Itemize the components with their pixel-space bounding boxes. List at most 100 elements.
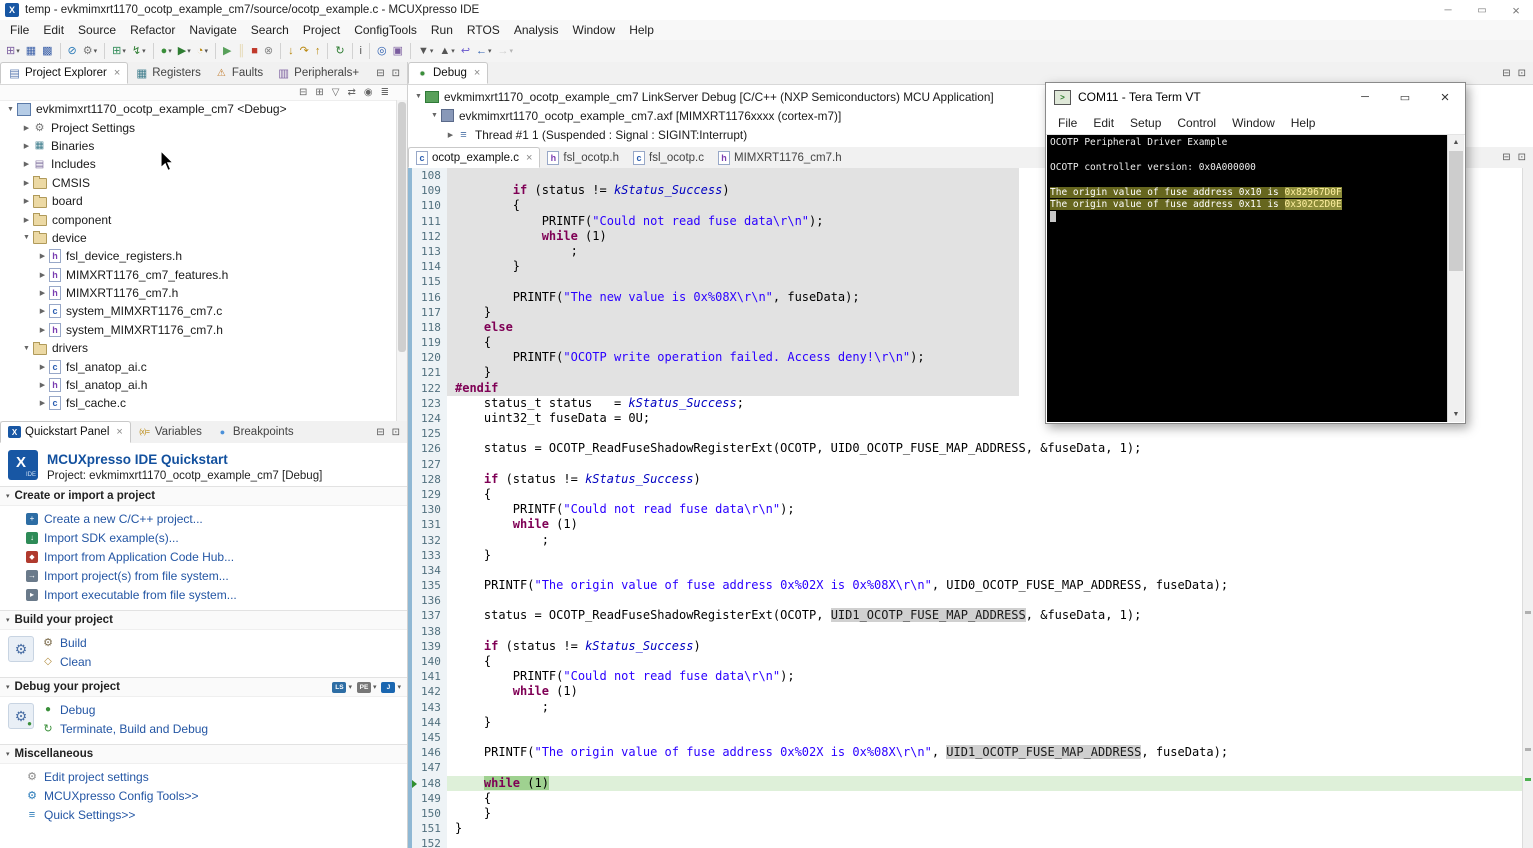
maximize-view-icon[interactable]: ⊡ (1518, 68, 1526, 79)
menu-source[interactable]: Source (71, 21, 123, 39)
code-line[interactable]: 128 if (status != kStatus_Success) (408, 471, 1523, 487)
explorer-tab-project-explorer[interactable]: Project Explorer × (0, 62, 129, 84)
debug-button[interactable]: ● ▾ (159, 42, 174, 60)
jlink-probe-selector[interactable]: J ▾ (381, 681, 401, 693)
window-close-icon[interactable] (1499, 0, 1533, 20)
terminal-screen[interactable]: OCOTP Peripheral Driver Example OCOTP con… (1047, 135, 1464, 422)
tree-chevron-collapsed-icon[interactable]: ▶ (20, 124, 33, 132)
scroll-up-icon[interactable]: ▲ (1448, 135, 1464, 150)
scrollbar-thumb[interactable] (398, 102, 406, 352)
link-import-sdk-example-s[interactable]: Import SDK example(s)... (26, 528, 403, 547)
tree-chevron-collapsed-icon[interactable]: ▶ (36, 307, 49, 315)
link-clean[interactable]: Clean (42, 652, 403, 671)
skip-all-breakpoints-button[interactable]: ⊘ (66, 42, 79, 60)
tree-chevron-collapsed-icon[interactable]: ▶ (20, 197, 33, 205)
code-line[interactable]: 132 ; (408, 532, 1523, 548)
section-twisty-icon[interactable]: ▾ (6, 616, 10, 624)
link-import-executable-from-file-system[interactable]: Import executable from file system... (26, 585, 403, 604)
code-line[interactable]: 133 } (408, 547, 1523, 563)
editor-tab-mimxrt1176-cm7-h[interactable]: MIMXRT1176_cm7.h (711, 147, 849, 168)
step-into-button[interactable]: ↓ (286, 42, 296, 60)
project-tree-item[interactable]: ▶ CMSIS (0, 174, 397, 192)
code-line[interactable]: 131 while (1) (408, 517, 1523, 533)
project-tree-item[interactable]: ▶ system_MIMXRT1176_cm7.h (0, 321, 397, 339)
code-line[interactable]: 148 while (1) (408, 775, 1523, 791)
link-quick-settings[interactable]: Quick Settings>> (26, 805, 403, 824)
debug-tab-debug[interactable]: Debug × (408, 62, 489, 84)
code-line[interactable]: 141 PRINTF("Could not read fuse data\r\n… (408, 669, 1523, 685)
tt-menu-file[interactable]: File (1050, 114, 1085, 132)
code-line[interactable]: 137 status = OCOTP_ReadFuseShadowRegiste… (408, 608, 1523, 624)
project-tree-item[interactable]: ▶ Binaries (0, 137, 397, 155)
menu-window[interactable]: Window (566, 21, 623, 39)
search-button[interactable]: ◎ (375, 42, 389, 60)
link-with-editor-icon[interactable]: ⇄ (347, 87, 355, 98)
code-line[interactable]: 143 ; (408, 699, 1523, 715)
tt-menu-help[interactable]: Help (1283, 114, 1324, 132)
tt-menu-edit[interactable]: Edit (1085, 114, 1122, 132)
code-line[interactable]: 126 status = OCOTP_ReadFuseShadowRegiste… (408, 441, 1523, 457)
section-header-debug-your-project[interactable]: ▾ Debug your project LS ▾ PE ▾ J ▾ (0, 677, 407, 697)
step-over-button[interactable]: ↷ (298, 42, 311, 60)
code-line[interactable]: 130 PRINTF("Could not read fuse data\r\n… (408, 502, 1523, 518)
run-button[interactable]: ▶ ▾ (176, 42, 193, 60)
tree-chevron-collapsed-icon[interactable]: ▶ (36, 381, 49, 389)
terminal-scrollbar[interactable]: ▲ ▼ (1447, 135, 1464, 422)
menu-analysis[interactable]: Analysis (507, 21, 566, 39)
link-build[interactable]: Build (42, 633, 403, 652)
section-twisty-icon[interactable]: ▾ (6, 683, 10, 691)
menu-file[interactable]: File (3, 21, 36, 39)
project-tree-item[interactable]: ▶ fsl_anatop_ai.c (0, 357, 397, 375)
code-line[interactable]: 142 while (1) (408, 684, 1523, 700)
maximize-view-icon[interactable]: ⊡ (392, 68, 400, 79)
tree-chevron-expanded-icon[interactable]: ▼ (428, 112, 441, 119)
step-return-button[interactable]: ↑ (313, 42, 323, 60)
code-line[interactable]: 134 (408, 562, 1523, 579)
tt-menu-window[interactable]: Window (1224, 114, 1283, 132)
link-debug[interactable]: Debug (42, 700, 403, 719)
quickstart-tab-quickstart-panel[interactable]: Quickstart Panel × (0, 421, 131, 443)
minimize-view-icon[interactable]: ⊟ (1502, 68, 1510, 79)
project-tree-item[interactable]: ▶ MIMXRT1176_cm7_features.h (0, 266, 397, 284)
teraterm-close-icon[interactable] (1425, 83, 1465, 111)
project-tree-item[interactable]: ▶ fsl_anatop_ai.h (0, 376, 397, 394)
minimize-view-icon[interactable]: ⊟ (376, 68, 384, 79)
tree-chevron-expanded-icon[interactable]: ▼ (20, 234, 33, 241)
terminate-button[interactable]: ■ (249, 42, 260, 60)
menu-edit[interactable]: Edit (36, 21, 71, 39)
disconnect-button[interactable]: ⊗ (262, 42, 275, 60)
project-tree-item[interactable]: ▶ component (0, 210, 397, 228)
save-button[interactable]: ▦ (24, 42, 38, 60)
quickstart-tab-variables[interactable]: Variables (131, 421, 209, 443)
restart-button[interactable]: ↻ (333, 42, 346, 60)
linkserver-probe-selector[interactable]: LS ▾ (332, 681, 352, 693)
tree-chevron-collapsed-icon[interactable]: ▶ (20, 179, 33, 187)
tree-chevron-collapsed-icon[interactable]: ▶ (444, 131, 457, 139)
tree-chevron-expanded-icon[interactable]: ▼ (20, 345, 33, 352)
tree-chevron-collapsed-icon[interactable]: ▶ (20, 142, 33, 150)
tt-menu-setup[interactable]: Setup (1122, 114, 1169, 132)
quickstart-tab-breakpoints[interactable]: Breakpoints (209, 421, 301, 443)
code-line[interactable]: 146 PRINTF("The origin value of fuse add… (408, 745, 1523, 761)
window-minimize-icon[interactable] (1431, 0, 1465, 20)
tt-menu-control[interactable]: Control (1169, 114, 1224, 132)
focus-on-active-task-icon[interactable]: ◉ (364, 87, 373, 98)
tree-chevron-collapsed-icon[interactable]: ▶ (36, 363, 49, 371)
teraterm-title-bar[interactable]: COM11 - Tera Term VT (1046, 83, 1465, 111)
project-tree-item[interactable]: ▶ Includes (0, 155, 397, 173)
section-header-miscellaneous[interactable]: ▾ Miscellaneous (0, 744, 407, 764)
project-tree-item[interactable]: ▶ fsl_device_registers.h (0, 247, 397, 265)
window-maximize-icon[interactable] (1465, 0, 1499, 20)
tree-chevron-expanded-icon[interactable]: ▼ (412, 93, 425, 100)
link-mcuxpresso-config-tools[interactable]: MCUXpresso Config Tools>> (26, 786, 403, 805)
menu-refactor[interactable]: Refactor (123, 21, 182, 39)
project-tree-item[interactable]: ▼ device (0, 229, 397, 247)
next-annotation-button[interactable]: ▼ ▾ (416, 42, 435, 60)
build-all-button[interactable]: ⚙ ▾ (81, 42, 99, 60)
tree-chevron-collapsed-icon[interactable]: ▶ (36, 289, 49, 297)
flash-programmer-button[interactable]: ↯ ▾ (130, 42, 148, 60)
tab-close-icon[interactable]: × (526, 152, 532, 164)
open-element-button[interactable]: ▣ (391, 42, 405, 60)
code-line[interactable]: 125 (408, 426, 1523, 442)
section-header-create-or-import-a-project[interactable]: ▾ Create or import a project (0, 486, 407, 506)
